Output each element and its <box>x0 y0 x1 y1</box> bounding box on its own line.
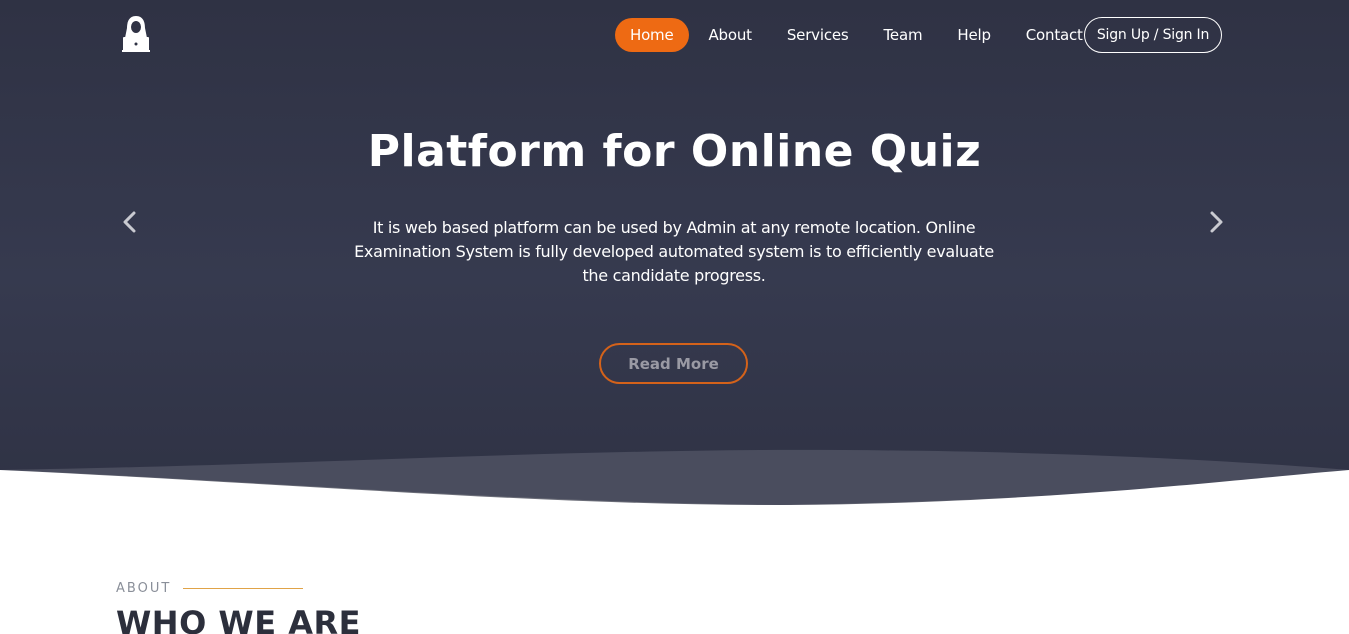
nav-help[interactable]: Help <box>942 18 1005 52</box>
read-more-button[interactable]: Read More <box>599 343 748 384</box>
nav-home[interactable]: Home <box>615 18 689 52</box>
chevron-left-icon <box>123 211 136 233</box>
about-label-divider <box>183 588 303 589</box>
carousel-next-button[interactable] <box>1202 208 1230 236</box>
nav-about[interactable]: About <box>694 18 767 52</box>
hero-wave-decoration <box>0 449 1349 505</box>
main-nav: Home About Services Team Help Contact <box>615 18 1098 52</box>
hero-title: Platform for Online Quiz <box>367 126 982 177</box>
nav-team[interactable]: Team <box>869 18 938 52</box>
chevron-right-icon <box>1210 211 1223 233</box>
nav-services[interactable]: Services <box>772 18 864 52</box>
carousel-prev-button[interactable] <box>116 208 144 236</box>
hooded-user-laptop-icon <box>122 16 150 52</box>
signup-signin-button[interactable]: Sign Up / Sign In <box>1084 17 1222 53</box>
site-logo[interactable] <box>118 14 154 54</box>
about-section-label: ABOUT <box>116 581 172 596</box>
hero-description: It is web based platform can be used by … <box>354 218 994 285</box>
about-heading: WHO WE ARE <box>116 604 361 634</box>
